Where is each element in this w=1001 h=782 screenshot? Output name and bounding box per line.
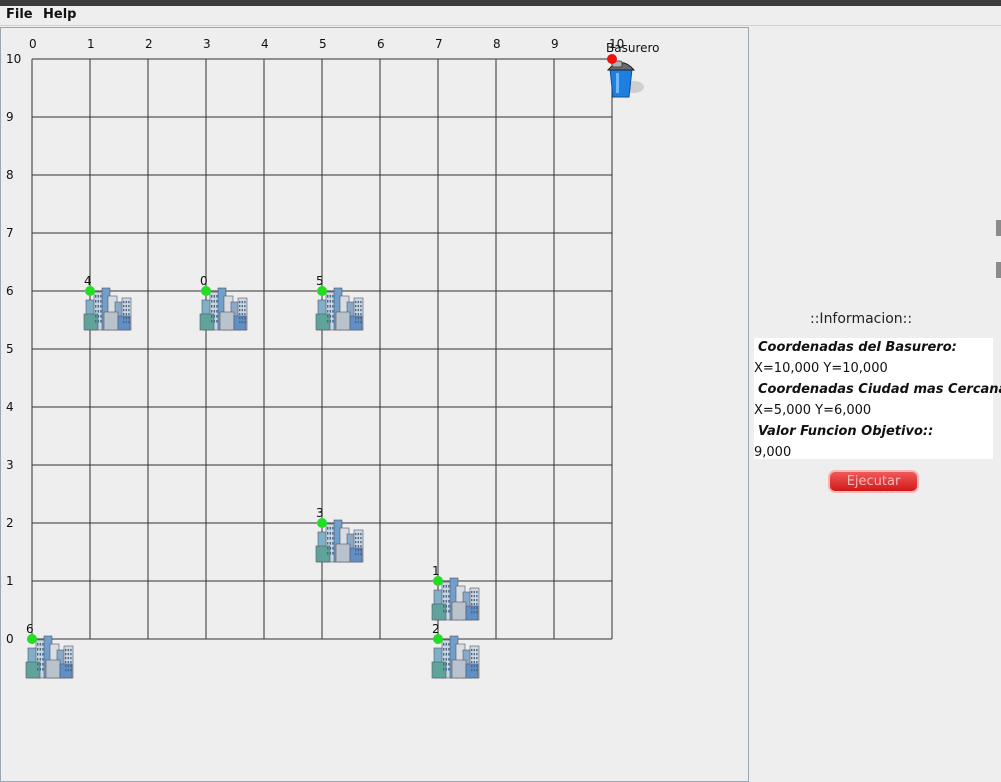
menu-bar: File Help	[0, 6, 1001, 26]
city-5: 5	[315, 274, 364, 331]
city-label: 2	[432, 622, 440, 636]
x-tick-label: 9	[551, 37, 559, 51]
city-3: 3	[315, 506, 364, 563]
city-label: 3	[316, 506, 324, 520]
info-title: ::Informacion::	[810, 311, 913, 327]
dump-coords-label: Coordenadas del Basurero:	[758, 340, 957, 355]
x-tick-label: 0	[29, 37, 37, 51]
y-tick-label: 2	[6, 516, 14, 530]
x-tick-label: 3	[203, 37, 211, 51]
x-tick-label: 5	[319, 37, 327, 51]
y-tick-label: 8	[6, 168, 14, 182]
x-tick-label: 4	[261, 37, 269, 51]
execute-button[interactable]: Ejecutar	[828, 470, 919, 493]
x-tick-label: 6	[377, 37, 385, 51]
nearest-city-label: Coordenadas Ciudad mas Cercana:	[758, 382, 1001, 397]
objective-value: 9,000	[754, 445, 792, 460]
window-edge-mark	[996, 262, 1001, 278]
window-edge-mark	[996, 220, 1001, 236]
y-tick-label: 9	[6, 110, 14, 124]
menu-help[interactable]: Help	[43, 7, 76, 22]
y-tick-label: 1	[6, 574, 14, 588]
objective-label: Valor Funcion Objetivo::	[758, 424, 934, 439]
city-label: 1	[432, 564, 440, 578]
dump-label: Basurero	[606, 41, 660, 55]
city-2: 2	[431, 622, 480, 679]
dump-coords-value: X=10,000 Y=10,000	[754, 361, 888, 376]
y-tick-label: 4	[6, 400, 14, 414]
grid-map[interactable]: 0 1 2 3 4 5 6 7 8 9 1010987654321001234 56Basurero	[1, 28, 750, 782]
info-panel: ::Informacion:: Coordenadas del Basurero…	[750, 27, 1001, 782]
dump-marker	[607, 54, 617, 64]
x-tick-label: 7	[435, 37, 443, 51]
x-tick-label: 2	[145, 37, 153, 51]
city-1: 1	[431, 564, 480, 621]
map-panel: 0 1 2 3 4 5 6 7 8 9 10 10 9 8 7 6 5 4 3 2 1 0 0 1 2 3 4 5 6 Basurero	[0, 27, 749, 782]
city-label: 5	[316, 274, 324, 288]
city-6: 6	[25, 622, 74, 679]
menu-file[interactable]: File	[6, 7, 33, 22]
y-tick-label: 5	[6, 342, 14, 356]
y-tick-label: 7	[6, 226, 14, 240]
y-tick-label: 6	[6, 284, 14, 298]
y-tick-label: 3	[6, 458, 14, 472]
dump-site: Basurero	[606, 41, 660, 98]
x-tick-label: 1	[87, 37, 95, 51]
nearest-city-value: X=5,000 Y=6,000	[754, 403, 872, 418]
city-4: 4	[83, 274, 132, 331]
info-box: Coordenadas del Basurero: X=10,000 Y=10,…	[754, 338, 1001, 460]
trash-can-icon	[606, 60, 644, 98]
city-label: 4	[84, 274, 92, 288]
y-tick-label: 10	[6, 52, 21, 66]
y-tick-label: 0	[6, 632, 14, 646]
city-0: 0	[199, 274, 248, 331]
x-tick-label: 8	[493, 37, 501, 51]
city-label: 0	[200, 274, 208, 288]
city-label: 6	[26, 622, 34, 636]
